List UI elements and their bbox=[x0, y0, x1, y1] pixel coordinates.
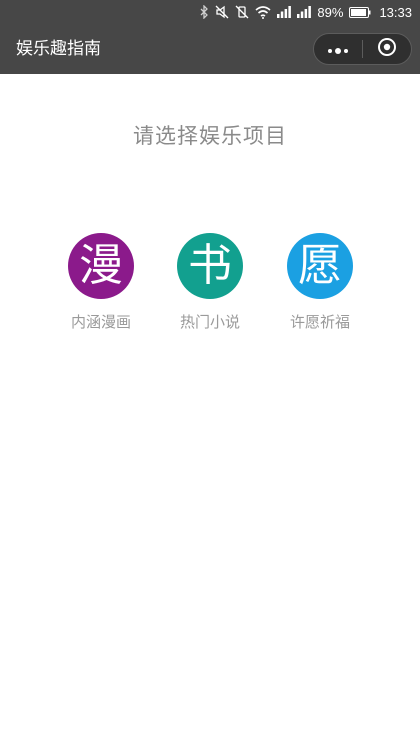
prompt-text: 请选择娱乐项目 bbox=[133, 124, 287, 148]
comics-icon[interactable]: 漫 bbox=[68, 233, 134, 299]
signal-icon bbox=[277, 6, 292, 18]
vibrate-off-icon bbox=[235, 5, 249, 19]
more-dots-icon bbox=[327, 40, 349, 59]
option-novels[interactable]: 书 热门小说 bbox=[155, 233, 265, 332]
wifi-icon bbox=[255, 5, 271, 19]
status-icons: 89% 13:33 bbox=[199, 0, 412, 24]
wish-icon[interactable]: 愿 bbox=[287, 233, 353, 299]
signal-icon bbox=[297, 6, 312, 18]
option-wish[interactable]: 愿 许愿祈福 bbox=[265, 233, 375, 332]
option-label: 内涵漫画 bbox=[70, 313, 131, 331]
option-label: 许愿祈福 bbox=[289, 313, 350, 331]
option-label: 热门小说 bbox=[179, 313, 240, 331]
option-comics[interactable]: 漫 内涵漫画 bbox=[46, 233, 156, 332]
bluetooth-icon bbox=[199, 5, 209, 19]
close-button[interactable] bbox=[363, 34, 411, 64]
battery-icon bbox=[349, 6, 371, 18]
more-button[interactable] bbox=[314, 34, 362, 64]
nav-bar: 娱乐趣指南 bbox=[0, 24, 420, 74]
status-bar: 89% 13:33 bbox=[0, 0, 420, 24]
mute-icon bbox=[215, 5, 229, 19]
page-title: 娱乐趣指南 bbox=[16, 39, 101, 59]
clock: 13:33 bbox=[379, 4, 412, 20]
menu-capsule bbox=[313, 33, 412, 65]
book-icon[interactable]: 书 bbox=[177, 233, 243, 299]
battery-percent: 89% bbox=[317, 4, 344, 20]
close-circle-icon bbox=[377, 37, 397, 61]
